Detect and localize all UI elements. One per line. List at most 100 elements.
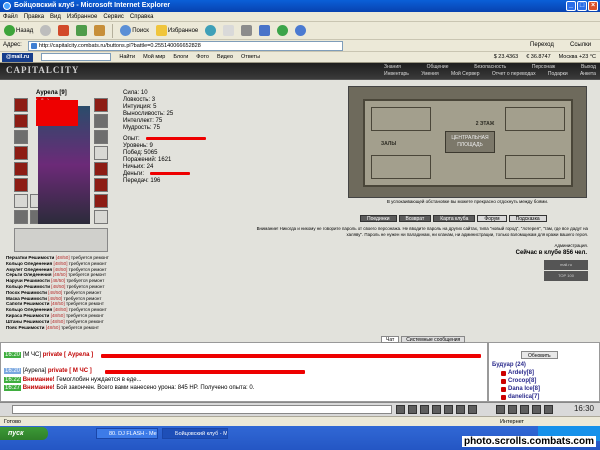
club-map-button[interactable]: Карта клубa xyxy=(433,215,476,222)
link-photo[interactable]: Фото xyxy=(196,52,209,63)
slot-armor[interactable] xyxy=(14,162,28,176)
mail-button[interactable] xyxy=(221,23,236,39)
mailru-search-input[interactable] xyxy=(41,53,112,61)
task-winamp[interactable]: 80. DJ FLASH - Мега... xyxy=(96,428,158,439)
chat-button[interactable] xyxy=(444,405,453,414)
chat-button[interactable] xyxy=(508,405,517,414)
duels-button[interactable]: Поединки xyxy=(360,215,397,222)
go-button[interactable]: Переход xyxy=(530,42,554,48)
nav-inventory[interactable]: Инвентарь xyxy=(384,71,409,78)
menu-tools[interactable]: Сервис xyxy=(100,12,127,22)
hint-button[interactable]: Подсказка xyxy=(508,215,547,222)
tab-chat[interactable]: Чат xyxy=(381,336,400,343)
chat-input[interactable] xyxy=(12,405,392,414)
extra-button[interactable] xyxy=(293,23,308,39)
back-button[interactable]: Назад xyxy=(2,23,35,39)
spell-slots[interactable] xyxy=(14,228,108,252)
slot-helmet[interactable] xyxy=(14,98,28,112)
task-ie[interactable]: Бойцовский клуб - M... xyxy=(162,428,228,439)
counter-top100[interactable]: TOP 100 xyxy=(544,271,588,281)
slot-earrings[interactable] xyxy=(14,114,28,128)
slot-ring-c[interactable] xyxy=(94,194,108,208)
forward-button[interactable] xyxy=(38,23,53,39)
edit-button[interactable] xyxy=(257,23,272,39)
favorites-button[interactable]: Избранное xyxy=(154,23,200,39)
link-video[interactable]: Видео xyxy=(217,52,233,63)
map-halls-label[interactable]: ЗАЛЫ xyxy=(381,141,396,147)
slot-boots[interactable] xyxy=(94,178,108,192)
slot-weapon[interactable] xyxy=(14,146,28,160)
nav-transfers[interactable]: Отчет о переводах xyxy=(492,71,536,78)
menu-view[interactable]: Вид xyxy=(47,12,64,22)
slot-shield[interactable] xyxy=(94,130,108,144)
nav-communication[interactable]: Общение xyxy=(427,64,449,71)
room-user[interactable]: Dana Ice[8] xyxy=(501,386,540,392)
slot-belt[interactable] xyxy=(14,178,28,192)
chat-button[interactable] xyxy=(496,405,505,414)
nav-skills[interactable]: Умения xyxy=(421,71,438,78)
slot-empty[interactable] xyxy=(94,146,108,160)
nav-knowledge[interactable]: Знания xyxy=(384,64,401,71)
location-map[interactable]: 2 ЭТАЖ ЦЕНТРАЛЬНАЯ ПЛОЩАДЬ ЗАЛЫ xyxy=(348,86,587,198)
slot-gloves[interactable] xyxy=(94,114,108,128)
chat-button[interactable] xyxy=(468,405,477,414)
chat-button[interactable] xyxy=(532,405,541,414)
room-user[interactable]: danelica[7] xyxy=(501,394,539,400)
nav-profile[interactable]: Анкета xyxy=(580,71,596,78)
links-button[interactable]: Ссылки xyxy=(570,42,591,48)
link-myworld[interactable]: Мой мир xyxy=(143,52,165,63)
nav-gifts[interactable]: Подарки xyxy=(548,71,568,78)
print-button[interactable] xyxy=(239,23,254,39)
return-button[interactable]: Возврат xyxy=(398,215,432,222)
room-user[interactable]: Ardely[8] xyxy=(501,370,534,376)
close-button[interactable]: × xyxy=(588,1,598,11)
chat-button[interactable] xyxy=(420,405,429,414)
menu-edit[interactable]: Правка xyxy=(21,12,47,22)
start-button[interactable]: пуск xyxy=(0,427,48,440)
minimize-button[interactable]: _ xyxy=(566,1,576,11)
chat-button[interactable] xyxy=(456,405,465,414)
nav-myserver[interactable]: Мой Сервер xyxy=(451,71,480,78)
slot-amulet[interactable] xyxy=(14,130,28,144)
nav-security[interactable]: Безопасность xyxy=(474,64,506,71)
chat-message: 16:20 [Аурела] private [ М ЧС ] xyxy=(4,368,92,374)
stop-button[interactable] xyxy=(56,23,71,39)
history-button[interactable] xyxy=(203,23,218,39)
messenger-button[interactable] xyxy=(275,23,290,39)
map-room-se[interactable] xyxy=(505,155,565,179)
slot-pocket1[interactable] xyxy=(14,194,28,208)
chat-button[interactable] xyxy=(432,405,441,414)
chat-button[interactable] xyxy=(544,405,553,414)
chat-button[interactable] xyxy=(396,405,405,414)
slot-pants[interactable] xyxy=(94,162,108,176)
map-central-square[interactable]: ЦЕНТРАЛЬНАЯ ПЛОЩАДЬ xyxy=(445,131,495,153)
counter-mailru[interactable]: mail.ru xyxy=(544,260,588,270)
room-user[interactable]: Crocop[8] xyxy=(501,378,536,384)
refresh-button[interactable]: Обновить xyxy=(521,351,558,359)
menu-help[interactable]: Справка xyxy=(127,12,157,22)
address-input[interactable]: http://capitalcity.combats.ru/buttons.pl… xyxy=(28,41,343,51)
slot-bracers[interactable] xyxy=(94,98,108,112)
nav-character[interactable]: Персонаж xyxy=(532,64,555,71)
link-blogs[interactable]: Блоги xyxy=(173,52,188,63)
search-button[interactable]: Поиск xyxy=(118,23,151,39)
map-room-sw[interactable] xyxy=(371,155,431,179)
tab-system-messages[interactable]: Системные сообщения xyxy=(401,336,466,343)
menu-bar: Файл Правка Вид Избранное Сервис Справка xyxy=(0,12,600,22)
chat-button[interactable] xyxy=(408,405,417,414)
mailru-logo[interactable]: @mail.ru xyxy=(2,52,34,62)
map-room-ne[interactable] xyxy=(505,107,565,131)
menu-favorites[interactable]: Избранное xyxy=(64,12,100,22)
maximize-button[interactable]: □ xyxy=(577,1,587,11)
map-room-nw[interactable] xyxy=(371,107,431,131)
home-button[interactable] xyxy=(92,23,107,39)
nav-exit[interactable]: Выход xyxy=(581,64,596,71)
find-button[interactable]: Найти xyxy=(119,52,135,63)
slot-pocket3[interactable] xyxy=(94,210,108,224)
refresh-button[interactable] xyxy=(74,23,89,39)
chat-button[interactable] xyxy=(520,405,529,414)
menu-file[interactable]: Файл xyxy=(0,12,21,22)
slot-ring-a[interactable] xyxy=(14,210,28,224)
forum-button[interactable]: Форум xyxy=(477,215,507,222)
link-answers[interactable]: Ответы xyxy=(241,52,260,63)
